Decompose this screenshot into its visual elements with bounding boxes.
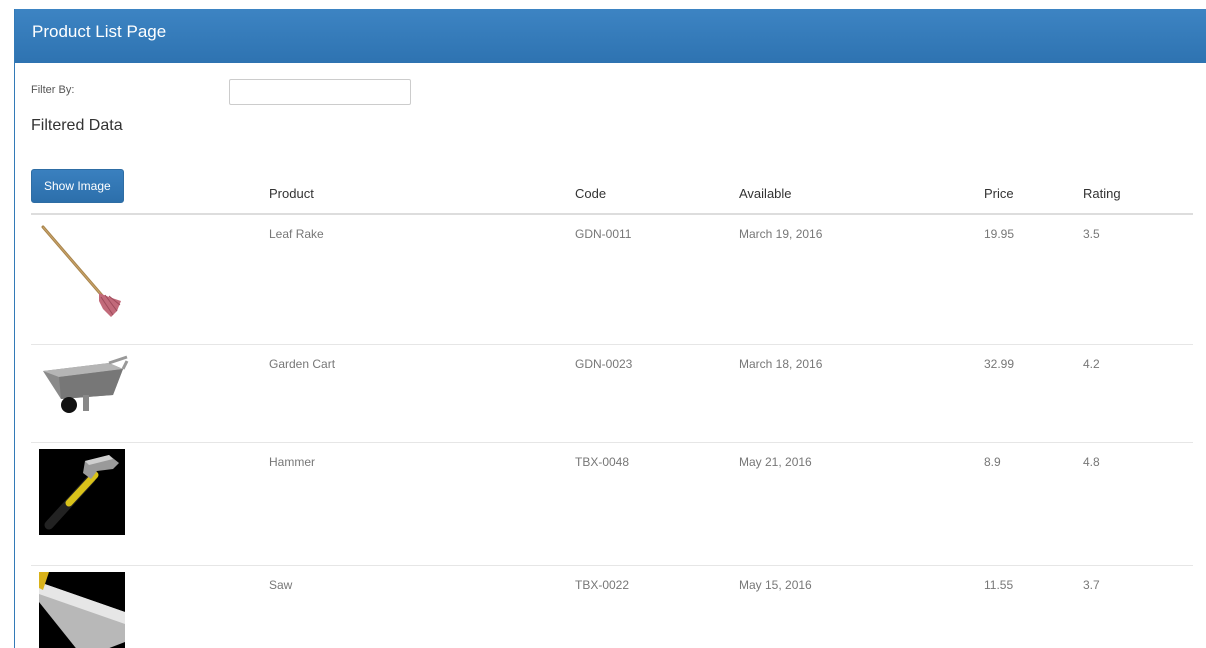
- column-header-product[interactable]: Product: [269, 155, 575, 215]
- table-row[interactable]: Saw TBX-0022 May 15, 2016 11.55 3.7: [31, 565, 1193, 648]
- table-header-row: Show Image Product Code Available Price …: [31, 155, 1193, 215]
- product-name[interactable]: Leaf Rake: [269, 214, 575, 345]
- product-name[interactable]: Saw: [269, 565, 575, 648]
- column-header-image: Show Image: [31, 155, 269, 215]
- hammer-icon: [39, 449, 125, 535]
- table-row[interactable]: Leaf Rake GDN-0011 March 19, 2016 19.95 …: [31, 214, 1193, 345]
- product-code: TBX-0022: [575, 565, 739, 648]
- garden-cart-icon: [43, 355, 129, 413]
- product-code: GDN-0011: [575, 214, 739, 345]
- product-code: GDN-0023: [575, 344, 739, 443]
- product-rating: 3.5: [1083, 214, 1193, 345]
- product-image-cell: [31, 442, 269, 566]
- product-available: March 19, 2016: [739, 214, 984, 345]
- product-price: 32.99: [984, 344, 1083, 443]
- page-title: Product List Page: [15, 9, 1206, 63]
- product-available: May 15, 2016: [739, 565, 984, 648]
- product-table: Show Image Product Code Available Price …: [31, 155, 1193, 648]
- product-rating: 4.2: [1083, 344, 1193, 443]
- show-image-button[interactable]: Show Image: [31, 169, 124, 203]
- product-price: 8.9: [984, 442, 1083, 566]
- product-price: 19.95: [984, 214, 1083, 345]
- leaf-rake-icon: [41, 225, 121, 317]
- product-rating: 3.7: [1083, 565, 1193, 648]
- table-row[interactable]: Hammer TBX-0048 May 21, 2016 8.9 4.8: [31, 442, 1193, 566]
- product-list-panel: Product List Page Filter By: Filtered Da…: [14, 9, 1206, 648]
- column-header-available[interactable]: Available: [739, 155, 984, 215]
- filter-input[interactable]: [229, 79, 411, 105]
- product-available: May 21, 2016: [739, 442, 984, 566]
- filtered-data-heading: Filtered Data: [31, 117, 123, 134]
- product-available: March 18, 2016: [739, 344, 984, 443]
- product-name[interactable]: Garden Cart: [269, 344, 575, 443]
- column-header-code[interactable]: Code: [575, 155, 739, 215]
- column-header-price[interactable]: Price: [984, 155, 1083, 215]
- table-row[interactable]: Garden Cart GDN-0023 March 18, 2016 32.9…: [31, 344, 1193, 443]
- product-image-cell: [31, 214, 269, 345]
- product-image-cell: [31, 344, 269, 443]
- filter-label: Filter By:: [31, 84, 75, 96]
- product-rating: 4.8: [1083, 442, 1193, 566]
- column-header-rating[interactable]: Rating: [1083, 155, 1193, 215]
- product-table-wrap: Show Image Product Code Available Price …: [31, 155, 1193, 648]
- product-image-cell: [31, 565, 269, 648]
- product-code: TBX-0048: [575, 442, 739, 566]
- filter-row: Filter By:: [15, 63, 1206, 105]
- product-price: 11.55: [984, 565, 1083, 648]
- product-name[interactable]: Hammer: [269, 442, 575, 566]
- saw-icon: [39, 572, 125, 648]
